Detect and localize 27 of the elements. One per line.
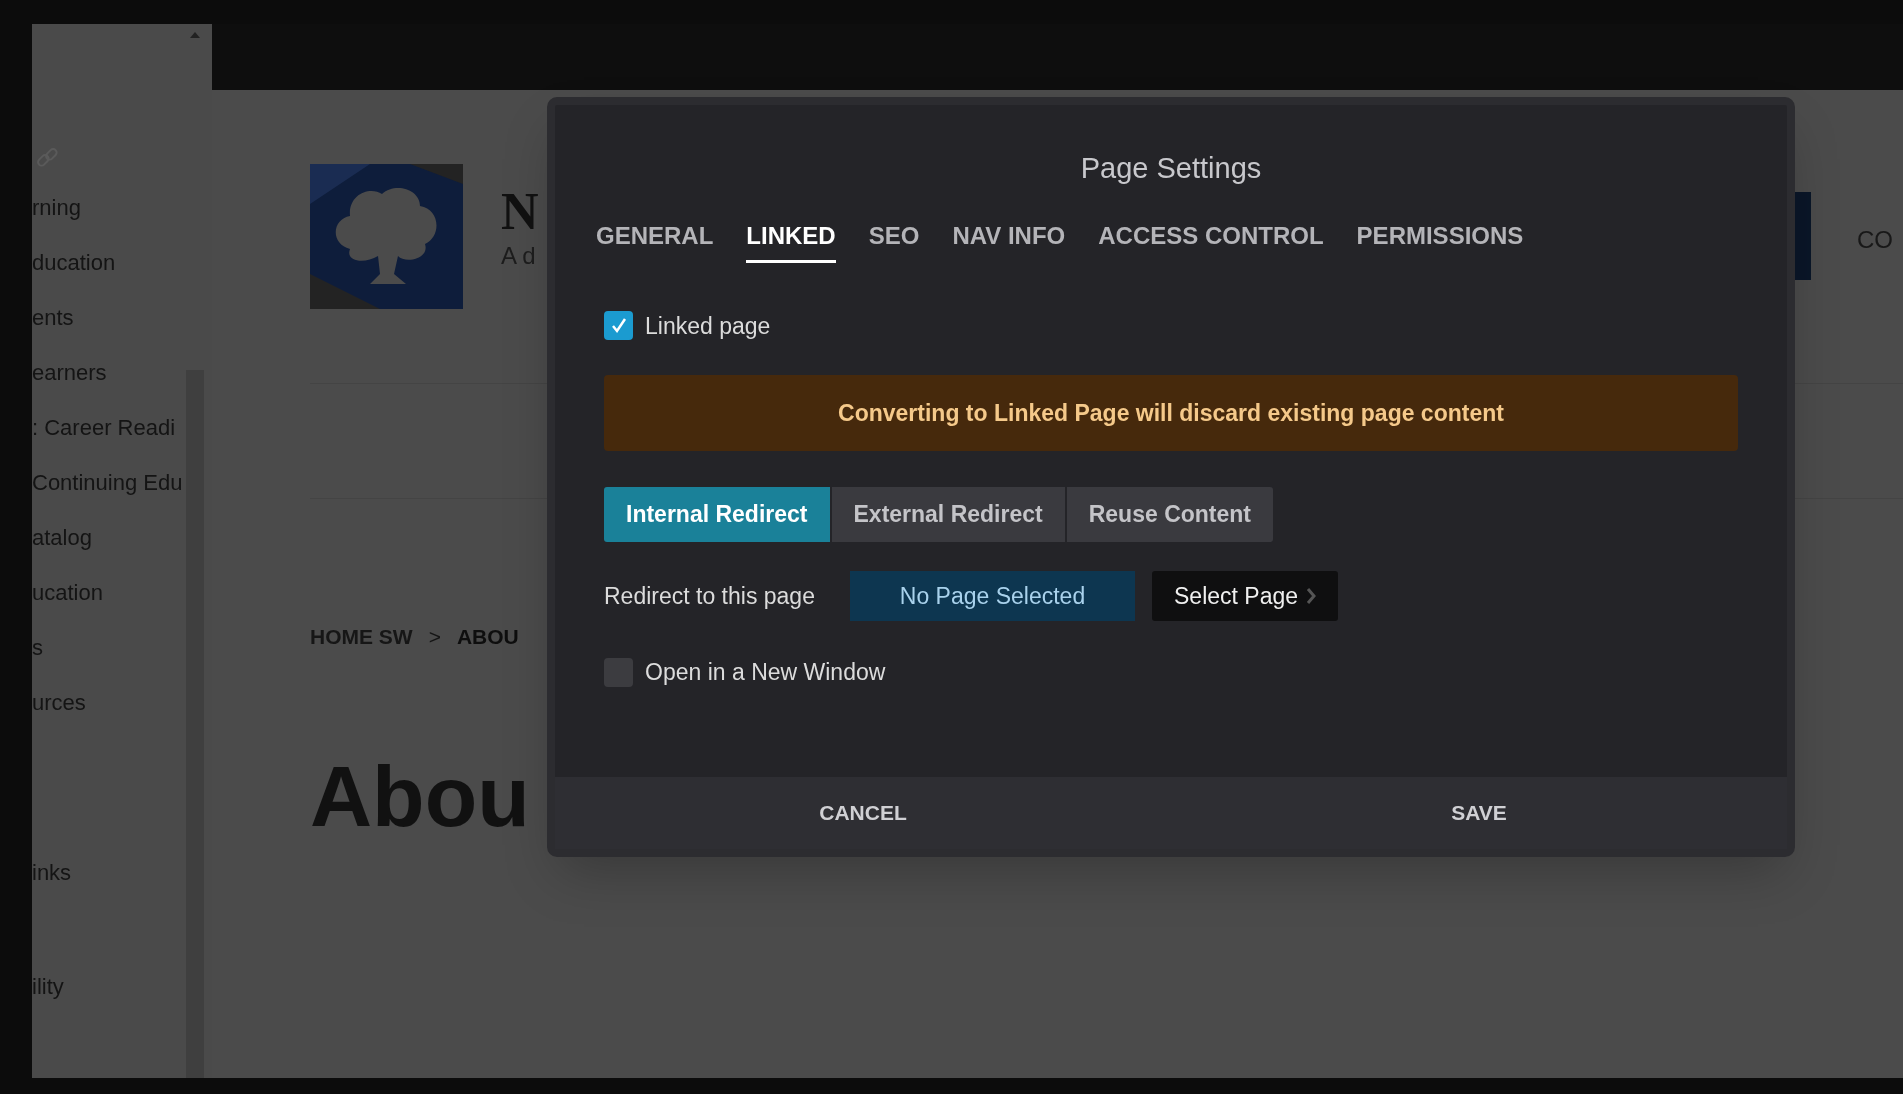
checkbox[interactable] — [604, 657, 633, 687]
checkbox-label: Open in a New Window — [645, 658, 886, 687]
warning-banner: Converting to Linked Page will discard existing page content — [604, 375, 1738, 451]
select-page-button[interactable]: Select Page — [1152, 571, 1339, 621]
checkbox[interactable] — [604, 311, 633, 341]
scroll-up-icon[interactable] — [190, 32, 200, 38]
checkbox-label: Linked page — [645, 311, 771, 341]
tab[interactable]: LINKED — [746, 217, 836, 263]
tab[interactable]: NAV INFO — [952, 217, 1066, 263]
page-heading: Abou — [310, 752, 530, 839]
checkmark-icon — [609, 316, 628, 335]
dialog-title: Page Settings — [1079, 151, 1263, 186]
field-label: Redirect to this page — [604, 581, 816, 611]
site-title: N — [501, 186, 539, 238]
tab[interactable]: PERMISSIONS — [1356, 217, 1524, 263]
tab[interactable]: SEO — [868, 217, 920, 263]
tab[interactable]: GENERAL — [596, 217, 714, 263]
segment-button[interactable]: Reuse Content — [1066, 487, 1273, 542]
tab[interactable]: ACCESS CONTROL — [1098, 217, 1324, 263]
save-button[interactable]: SAVE — [1171, 777, 1787, 849]
breadcrumb-current: ABOU — [456, 624, 519, 650]
segment-button[interactable]: External Redirect — [831, 487, 1065, 542]
chevron-right-icon — [1306, 587, 1317, 605]
cancel-button[interactable]: CANCEL — [555, 777, 1171, 849]
breadcrumb-separator: > — [428, 624, 441, 650]
selected-page-field[interactable]: No Page Selected — [850, 571, 1135, 621]
segment-button[interactable]: Internal Redirect — [604, 487, 830, 542]
